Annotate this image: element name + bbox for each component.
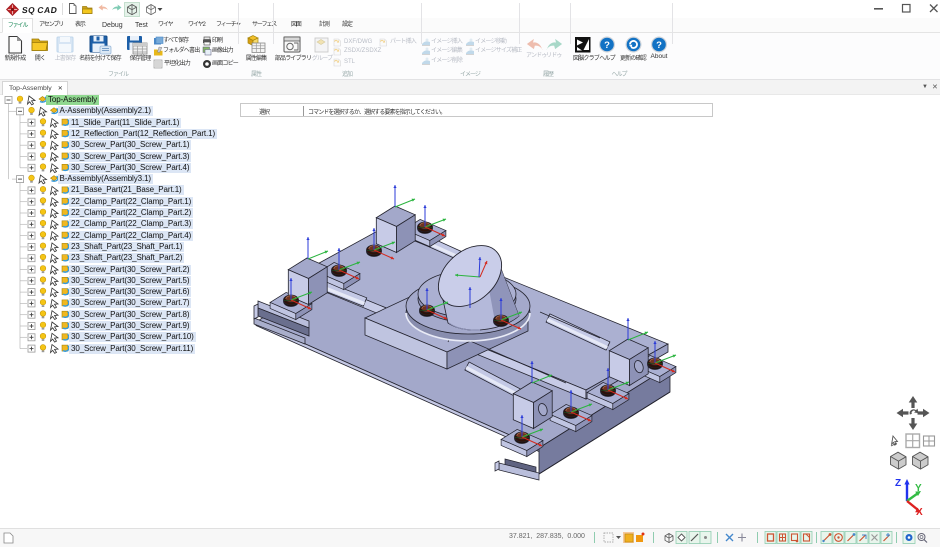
svg-text:Z: Z	[895, 478, 901, 489]
